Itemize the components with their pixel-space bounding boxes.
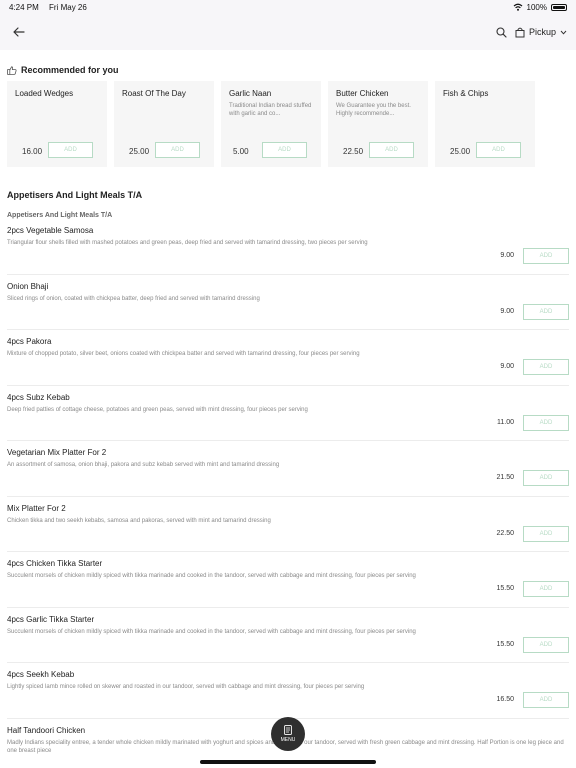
home-indicator	[200, 760, 376, 764]
arrow-left-icon	[13, 27, 25, 37]
menu-fab-label: MENU	[280, 737, 296, 743]
pickup-label: Pickup	[528, 27, 556, 37]
menu-item[interactable]: Vegetarian Mix Platter For 2 An assortme…	[7, 441, 569, 497]
menu-item[interactable]: Onion Bhaji Sliced rings of onion, coate…	[7, 275, 569, 330]
menu-item-price: 9.00	[500, 252, 514, 259]
menu-item-price: 21.50	[496, 474, 514, 481]
menu-item[interactable]: 4pcs Chicken Tikka Starter Succulent mor…	[7, 552, 569, 608]
status-right: 100%	[513, 3, 567, 12]
add-button[interactable]: ADD	[523, 359, 569, 375]
menu-item-desc: Sliced rings of onion, coated with chick…	[7, 295, 260, 302]
menu-item-name: 4pcs Chicken Tikka Starter	[7, 559, 103, 568]
recommended-item-name: Butter Chicken	[336, 89, 389, 98]
menu-item[interactable]: 2pcs Vegetable Samosa Triangular flour s…	[7, 219, 569, 275]
add-button[interactable]: ADD	[523, 581, 569, 597]
recommended-title: Recommended for you	[21, 65, 119, 75]
recommended-card[interactable]: Roast Of The Day 25.00 ADD	[114, 81, 214, 167]
recommended-card[interactable]: Fish & Chips 25.00 ADD	[435, 81, 535, 167]
menu-item-price: 22.50	[496, 529, 514, 537]
menu-item-desc: An assortment of samosa, onion bhaji, pa…	[7, 462, 280, 468]
recommended-card[interactable]: Loaded Wedges 16.00 ADD	[7, 81, 107, 167]
recommended-carousel[interactable]: Loaded Wedges 16.00 ADD Roast Of The Day…	[0, 81, 576, 167]
menu-item-name: 4pcs Subz Kebab	[7, 392, 70, 402]
recommended-item-name: Loaded Wedges	[15, 89, 74, 98]
recommended-card[interactable]: Butter Chicken We Guarantee you the best…	[328, 81, 428, 167]
status-bar: 4:24 PM Fri May 26 100%	[0, 0, 576, 14]
battery-percent: 100%	[526, 2, 547, 12]
status-date: Fri May 26	[49, 2, 87, 12]
add-button[interactable]: ADD	[369, 142, 414, 158]
add-button[interactable]: ADD	[262, 142, 307, 158]
menu-item[interactable]: 4pcs Garlic Tikka Starter Succulent mors…	[7, 608, 569, 663]
menu-item[interactable]: 4pcs Subz Kebab Deep fried patties of co…	[7, 386, 569, 441]
back-button[interactable]	[9, 22, 29, 42]
shopping-bag-icon	[515, 27, 525, 37]
recommended-item-desc: Traditional Indian bread stuffed with ga…	[229, 103, 312, 117]
recommended-item-price: 25.00	[450, 147, 471, 156]
menu-item[interactable]: Mix Platter For 2 Chicken tikka and two …	[7, 497, 569, 552]
menu-item-name: Onion Bhaji	[7, 281, 49, 291]
recommended-item-price: 5.00	[233, 147, 249, 156]
menu-item-desc: Mixture of chopped potato, silver beet, …	[7, 351, 360, 357]
menu-item-price: 9.00	[500, 363, 514, 370]
menu-item-name: 4pcs Pakora	[7, 337, 52, 346]
menu-item-desc: Deep fried patties of cottage cheese, po…	[7, 406, 308, 413]
recommended-item-name: Garlic Naan	[229, 89, 272, 98]
menu-item-name: 4pcs Garlic Tikka Starter	[7, 614, 95, 624]
add-button[interactable]: ADD	[523, 692, 569, 708]
recommended-item-price: 22.50	[343, 147, 364, 156]
wifi-icon	[513, 3, 522, 11]
recommended-card[interactable]: Garlic Naan Traditional Indian bread stu…	[221, 81, 321, 167]
add-button[interactable]: ADD	[48, 142, 93, 158]
menu-item-desc: Succulent morsels of chicken mildly spic…	[7, 628, 416, 635]
status-time: 4:24 PM	[9, 2, 39, 12]
menu-item-name: Mix Platter For 2	[7, 503, 66, 513]
menu-item[interactable]: 4pcs Pakora Mixture of chopped potato, s…	[7, 330, 569, 386]
battery-icon	[551, 3, 567, 11]
add-button[interactable]: ADD	[155, 142, 200, 158]
status-left: 4:24 PM Fri May 26	[9, 3, 95, 12]
thumbs-up-icon	[7, 65, 17, 75]
recommended-item-price: 16.00	[22, 147, 43, 156]
menu-item-desc: Lightly spiced lamb mince rolled on skew…	[7, 684, 365, 690]
recommended-item-name: Fish & Chips	[443, 89, 489, 98]
add-button[interactable]: ADD	[523, 525, 569, 542]
menu-item[interactable]: 4pcs Seekh Kebab Lightly spiced lamb min…	[7, 663, 569, 719]
menu-item-name: Vegetarian Mix Platter For 2	[7, 448, 107, 457]
menu-book-icon	[284, 725, 292, 735]
menu-item-desc: Succulent morsels of chicken mildly spic…	[7, 573, 416, 579]
add-button[interactable]: ADD	[523, 248, 569, 264]
recommended-item-name: Roast Of The Day	[122, 89, 186, 98]
menu-item-price: 15.50	[496, 640, 514, 648]
menu-item-name: 2pcs Vegetable Samosa	[7, 226, 94, 235]
add-button[interactable]: ADD	[523, 636, 569, 653]
recommended-item-price: 25.00	[129, 147, 150, 156]
header-actions: Pickup	[496, 26, 567, 38]
menu-item-desc: Chicken tikka and two seekh kebabs, samo…	[7, 517, 271, 524]
menu-fab-button[interactable]: MENU	[271, 717, 305, 751]
menu-item-price: 15.50	[496, 585, 514, 592]
recommended-heading: Recommended for you	[0, 50, 576, 81]
add-button[interactable]: ADD	[476, 142, 521, 158]
menu-item-name: 4pcs Seekh Kebab	[7, 670, 75, 679]
menu-item-price: 11.00	[497, 418, 514, 426]
section-title: Appetisers And Light Meals T/A	[7, 190, 143, 200]
add-button[interactable]: ADD	[523, 303, 569, 320]
add-button[interactable]: ADD	[523, 414, 569, 431]
chevron-down-icon	[560, 30, 567, 35]
section-subtitle: Appetisers And Light Meals T/A	[7, 212, 113, 219]
menu-item-price: 9.00	[500, 307, 514, 315]
menu-item-price: 16.50	[496, 696, 514, 703]
search-icon[interactable]	[496, 26, 507, 38]
menu-list: 2pcs Vegetable Samosa Triangular flour s…	[0, 219, 576, 768]
pickup-selector[interactable]: Pickup	[515, 27, 567, 38]
top-header: Pickup	[0, 14, 576, 50]
add-button[interactable]: ADD	[523, 470, 569, 486]
menu-item-desc: Triangular flour shells filled with mash…	[7, 240, 368, 246]
recommended-item-desc: We Guarantee you the best. Highly recomm…	[336, 103, 411, 117]
